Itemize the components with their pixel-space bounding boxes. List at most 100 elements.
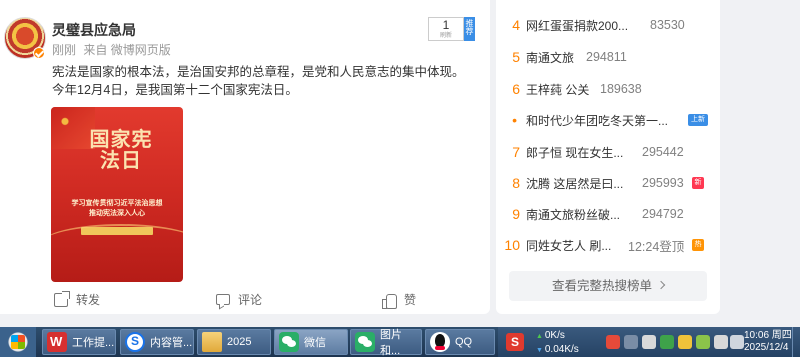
weibo-page: 灵璧县应急局 刚刚 来自 微博网页版 1 刷新 推荐 宪法是国家的根本法，是治国… xyxy=(0,0,800,357)
show-desktop-button[interactable] xyxy=(792,327,800,357)
poster-slogan: 学习宣传贯彻习近平法治思想 推动宪法深入人心 xyxy=(57,199,177,219)
tray-app-icon[interactable] xyxy=(696,335,710,349)
hot-count: 189638 xyxy=(600,82,642,96)
hot-title: 南通文旅粉丝破... xyxy=(526,207,621,222)
hot-search-item[interactable]: 9 南通文旅粉丝破... 294792 xyxy=(496,199,720,229)
comment-icon xyxy=(216,294,230,305)
tray-app-icon[interactable] xyxy=(606,335,620,349)
hot-rank: • xyxy=(512,112,517,128)
poster-wave-decoration xyxy=(51,224,183,264)
clock-time: 10:06 周四 xyxy=(744,330,792,341)
share-label: 转发 xyxy=(76,293,101,307)
hot-rank: 4 xyxy=(512,17,520,33)
hot-title: 沈腾 这居然是曰... xyxy=(526,176,624,191)
comment-label: 评论 xyxy=(238,293,263,307)
post-source: 来自 微博网页版 xyxy=(83,43,171,57)
tray-app-icon[interactable] xyxy=(624,335,638,349)
post-content: 宪法是国家的根本法，是治国安邦的总章程，是党和人民意志的集中体现。 今年12月4… xyxy=(52,63,482,99)
tag-badge: 热 xyxy=(692,239,704,251)
taskbar-button-label: 图片和... xyxy=(380,329,402,357)
feed-refresh-counter[interactable]: 1 刷新 xyxy=(428,17,464,41)
taskbar-button-wps[interactable]: 工作提... xyxy=(42,329,116,355)
poster-title: 国家宪法日 xyxy=(89,127,153,172)
hot-rank: 8 xyxy=(512,175,520,191)
feed-count: 1 xyxy=(442,18,450,32)
share-button[interactable]: 转发 xyxy=(54,290,101,308)
tag-badge: 新 xyxy=(692,177,704,189)
folder-icon xyxy=(202,332,222,352)
tray-app-icon[interactable] xyxy=(660,335,674,349)
volume-icon[interactable] xyxy=(730,335,744,349)
taskbar-button-browser[interactable]: 内容管... xyxy=(120,329,194,355)
hot-rank: 6 xyxy=(512,81,520,97)
taskbar-button-wechat-files[interactable]: 图片和... xyxy=(350,329,422,357)
poster-slogan-line: 学习宣传贯彻习近平法治思想 xyxy=(71,200,163,207)
author-name[interactable]: 灵璧县应急局 xyxy=(52,20,136,40)
sogou-browser-icon xyxy=(125,332,145,352)
hot-search-item[interactable]: 6 王梓莼 公关 189638 xyxy=(496,74,720,104)
taskbar: 工作提... 内容管... 2025 微信 图片和... QQ S 0K/s 0… xyxy=(0,327,800,357)
weibo-post-card: 灵璧县应急局 刚刚 来自 微博网页版 1 刷新 推荐 宪法是国家的根本法，是治国… xyxy=(0,0,490,314)
post-image[interactable]: 国家宪法日 学习宣传贯彻习近平法治思想 推动宪法深入人心 xyxy=(51,107,183,282)
hot-rank: 10 xyxy=(504,237,520,253)
hot-search-item[interactable]: • 和时代少年团吃冬天第一... 上新 xyxy=(496,105,720,135)
hot-search-panel: 4 网红蛋蛋捐款200... 83530 5 南通文旅 294811 6 王梓莼… xyxy=(496,0,720,314)
taskbar-button-qq[interactable]: QQ xyxy=(425,329,495,355)
taskbar-button-label: 2025 xyxy=(227,336,252,348)
hot-count: 294811 xyxy=(586,50,627,64)
share-icon xyxy=(54,290,70,307)
hot-title: 南通文旅 xyxy=(526,50,575,65)
taskbar-button-label: 微信 xyxy=(304,337,326,349)
taskbar-button-folder[interactable]: 2025 xyxy=(197,329,271,355)
feed-side-tab[interactable]: 推荐 xyxy=(464,17,475,41)
view-full-hot-list-label: 查看完整热搜榜单 xyxy=(551,279,652,293)
taskbar-button-wechat[interactable]: 微信 xyxy=(274,329,348,355)
hot-search-item[interactable]: 8 沈腾 这居然是曰... 295993 新 xyxy=(496,168,720,198)
qq-icon xyxy=(430,332,450,352)
taskbar-button-label: 工作提... xyxy=(72,337,115,349)
hot-count: 83530 xyxy=(650,18,685,32)
hot-search-item[interactable]: 5 南通文旅 294811 xyxy=(496,42,720,72)
post-time[interactable]: 刚刚 xyxy=(52,43,76,57)
taskbar-button-label: 内容管... xyxy=(150,337,193,349)
hot-count: 294792 xyxy=(642,207,684,221)
tag-badge: 上新 xyxy=(688,114,708,126)
right-gutter xyxy=(720,0,800,320)
upload-speed: 0K/s xyxy=(536,329,579,343)
hot-rank: 7 xyxy=(512,144,520,160)
hot-title: 和时代少年团吃冬天第一... xyxy=(526,113,669,128)
hot-count: 295993 xyxy=(642,176,684,190)
post-action-bar: 转发 评论 赞 xyxy=(0,287,490,311)
wechat-icon xyxy=(355,332,375,352)
hot-search-item[interactable]: 10 同姓女艺人 刷... 12:24登顶 热 xyxy=(496,230,720,260)
hot-search-item[interactable]: 7 郎子恒 现在女生... 295442 xyxy=(496,137,720,167)
sogou-input-icon[interactable]: S xyxy=(506,333,524,351)
hot-title: 王梓莼 公关 xyxy=(526,82,590,97)
tray-app-icon[interactable] xyxy=(678,335,692,349)
download-speed: 0.04K/s xyxy=(536,343,579,357)
system-clock[interactable]: 10:06 周四 2025/12/4 xyxy=(744,330,792,354)
wechat-icon xyxy=(279,332,299,352)
hot-rank: 5 xyxy=(512,49,520,65)
verified-badge-icon xyxy=(33,47,45,59)
network-icon[interactable] xyxy=(714,335,728,349)
hot-rank: 9 xyxy=(512,206,520,222)
comment-button[interactable]: 评论 xyxy=(216,291,262,308)
network-speed: 0K/s 0.04K/s xyxy=(536,329,579,357)
poster-slogan-line: 推动宪法深入人心 xyxy=(89,210,145,217)
hot-count: 12:24登顶 xyxy=(628,239,685,254)
post-content-line: 宪法是国家的根本法，是治国安邦的总章程，是党和人民意志的集中体现。 xyxy=(52,65,465,79)
chevron-right-icon xyxy=(656,280,666,290)
like-button[interactable]: 赞 xyxy=(382,291,417,309)
tray-app-icon[interactable] xyxy=(642,335,656,349)
hot-search-item[interactable]: 4 网红蛋蛋捐款200... 83530 xyxy=(496,10,720,40)
feed-count-label: 刷新 xyxy=(439,33,452,39)
hot-title: 郎子恒 现在女生... xyxy=(526,145,624,160)
post-content-line: 今年12月4日，是我国第十二个国家宪法日。 xyxy=(52,83,298,97)
post-meta: 刚刚 来自 微博网页版 xyxy=(52,41,171,58)
taskbar-button-label: QQ xyxy=(455,336,473,348)
like-label: 赞 xyxy=(404,293,417,307)
view-full-hot-list-button[interactable]: 查看完整热搜榜单 xyxy=(509,271,707,301)
start-button[interactable] xyxy=(0,327,36,357)
hot-title: 网红蛋蛋捐款200... xyxy=(526,18,629,33)
